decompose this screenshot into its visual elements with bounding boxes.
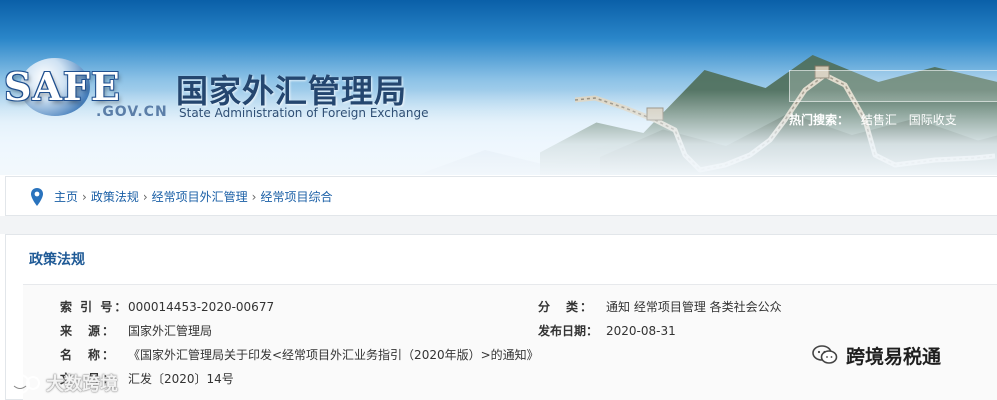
category-label: 分 类： (538, 300, 595, 314)
watermark-left: 大数跨境 (46, 374, 118, 395)
index-label: 索 引 号： (60, 300, 129, 314)
source-row: 来 源： 国家外汇管理局 (60, 322, 212, 339)
breadcrumb-separator: › (82, 190, 87, 204)
hot-search-label: 热门搜索： (789, 113, 850, 127)
source-value: 国家外汇管理局 (128, 324, 213, 338)
watermark-right: 跨境易税通 (846, 346, 942, 368)
section-gap (0, 216, 997, 234)
policy-panel: 政策法规 索 引 号：000014453-2020-00677 分 类： 通知 经… (5, 234, 997, 400)
hot-search: 热门搜索： 结售汇 国际收支 (789, 111, 957, 128)
site-title-en: State Administration of Foreign Exchange (179, 106, 429, 120)
breadcrumb-separator: › (251, 190, 257, 204)
date-row: 发布日期： 2020-08-31 (538, 322, 676, 339)
location-pin-icon (31, 188, 43, 206)
breadcrumb-policy[interactable]: 政策法规 (91, 190, 139, 204)
safe-logo-text[interactable]: SAFE (4, 64, 121, 109)
breadcrumb-current-account[interactable]: 经常项目外汇管理 (152, 190, 248, 204)
wechat-icon (812, 345, 838, 364)
category-row: 分 类： 通知 经常项目管理 各类社会公众 (538, 298, 782, 315)
category-value: 通知 经常项目管理 各类社会公众 (606, 300, 782, 314)
hot-search-link-guojishouzhi[interactable]: 国际收支 (909, 113, 957, 127)
docno-value: 汇发〔2020〕14号 (128, 372, 234, 386)
domain-label: .GOV.CN (96, 104, 168, 120)
date-label: 发布日期： (538, 324, 599, 338)
banner-haze (0, 90, 997, 175)
search-input[interactable] (789, 70, 997, 102)
breadcrumb-home[interactable]: 主页 (54, 190, 78, 204)
panel-title: 政策法规 (29, 252, 85, 268)
header-banner: SAFE .GOV.CN 国家外汇管理局 State Administratio… (0, 0, 997, 175)
breadcrumb-trail: 主页 › 政策法规 › 经常项目外汇管理 › 经常项目综合 (54, 188, 333, 205)
index-row: 索 引 号：000014453-2020-00677 (60, 298, 274, 315)
breadcrumb-general[interactable]: 经常项目综合 (260, 190, 332, 204)
breadcrumb-separator: › (142, 190, 148, 204)
hot-search-link-jieshouhui[interactable]: 结售汇 (861, 113, 897, 127)
name-label: 名 称： (60, 348, 117, 362)
name-row: 名 称： 《国家外汇管理局关于印发<经常项目外汇业务指引（2020年版）>的通知》 (60, 346, 539, 363)
date-value: 2020-08-31 (606, 324, 676, 338)
name-value: 《国家外汇管理局关于印发<经常项目外汇业务指引（2020年版）>的通知》 (128, 348, 539, 362)
source-label: 来 源： (60, 324, 117, 338)
index-value: 000014453-2020-00677 (128, 300, 275, 314)
breadcrumb: 主页 › 政策法规 › 经常项目外汇管理 › 经常项目综合 (5, 176, 997, 216)
